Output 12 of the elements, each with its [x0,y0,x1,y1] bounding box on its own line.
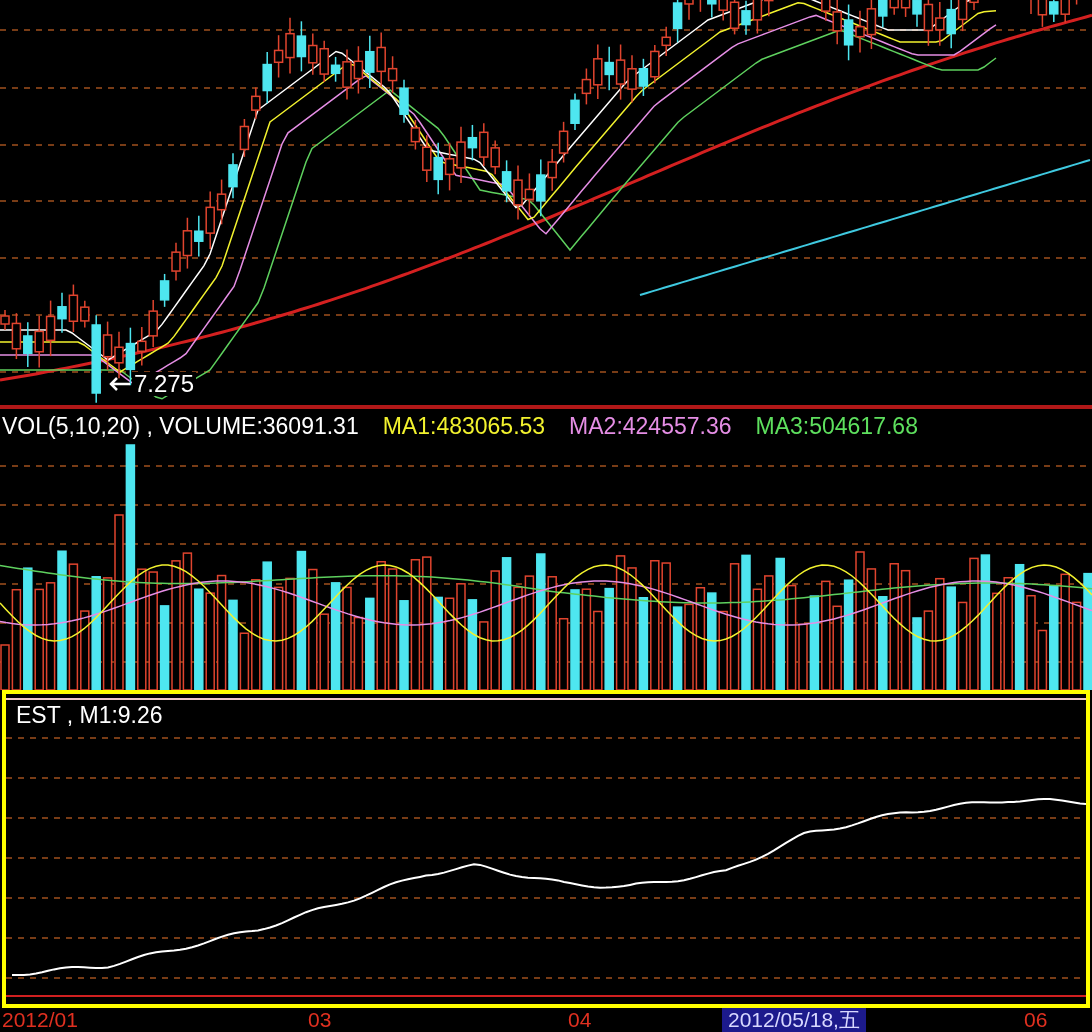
indicator-legend: MA3:504617.68 [755,408,918,444]
price-label: 7.275 [132,372,197,396]
axis-date-label: 06 [1024,1008,1048,1032]
axis-date-label: 2012/01 [2,1008,78,1032]
axis-date-label: 04 [568,1008,592,1032]
indicator-legend: VOL(5,10,20) , VOLUME:36091.31 [2,408,359,444]
indicator-legend: MA1:483065.53 [382,408,546,444]
cursor-date-label: 2012/05/18,五 [722,1008,866,1032]
arrow-icon [108,377,130,391]
indicator-legend: MA2:424557.36 [569,408,732,444]
axis-date-label: 03 [308,1008,332,1032]
indicator-legend: EST , M1:9.26 [16,704,163,727]
